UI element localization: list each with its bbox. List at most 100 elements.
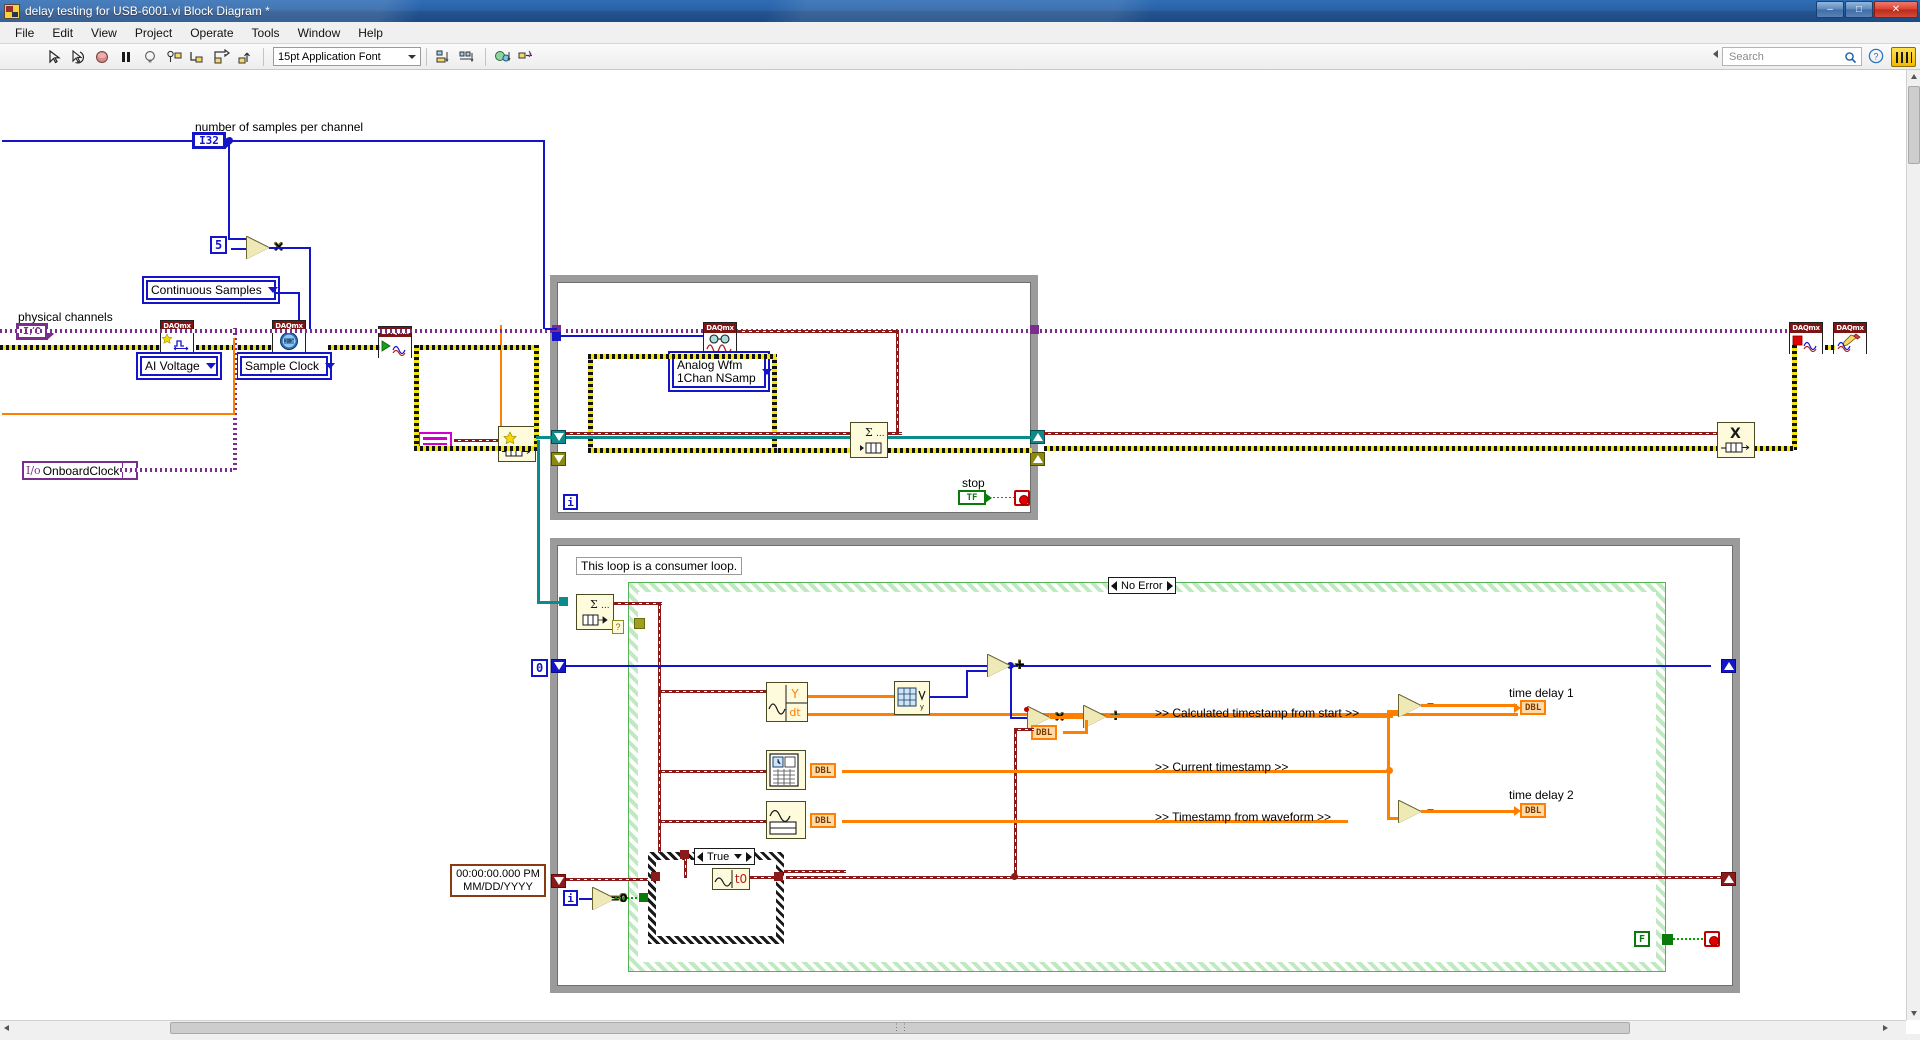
- search-previous-icon[interactable]: [1713, 50, 1718, 58]
- svg-text:Σ: Σ: [590, 598, 598, 611]
- tunnel-task-left[interactable]: [551, 452, 566, 466]
- block-diagram-canvas[interactable]: number of samples per channel I32 5 × Co…: [0, 70, 1906, 1020]
- menu-view[interactable]: View: [82, 24, 126, 42]
- step-over-icon[interactable]: [211, 47, 233, 67]
- vertical-scroll-thumb[interactable]: [1908, 86, 1920, 164]
- node-to-double-2[interactable]: DBL: [810, 763, 837, 778]
- scroll-right-arrow[interactable]: [1878, 1021, 1892, 1035]
- node-to-double-3[interactable]: DBL: [810, 813, 837, 828]
- tunnel-queue-right[interactable]: [1030, 430, 1045, 444]
- menu-file[interactable]: File: [6, 24, 43, 42]
- node-get-waveform-t0[interactable]: [766, 801, 806, 839]
- ring-timing-type[interactable]: Sample Clock: [240, 356, 336, 376]
- constant-false-boolean[interactable]: F: [1634, 931, 1650, 947]
- start-task-glyph: [381, 340, 406, 357]
- minimize-button[interactable]: –: [1816, 1, 1844, 18]
- search-input[interactable]: Search: [1722, 47, 1862, 66]
- node-enqueue-element[interactable]: Σ ...: [850, 422, 888, 458]
- scroll-down-arrow[interactable]: [1907, 1006, 1920, 1020]
- ring-ai-measurement-type[interactable]: AI Voltage: [140, 356, 218, 376]
- highlight-execution-lightbulb-icon[interactable]: [139, 47, 161, 67]
- menu-window[interactable]: Window: [289, 24, 350, 42]
- close-button[interactable]: ✕: [1874, 1, 1918, 18]
- terminal-number-of-samples[interactable]: I32: [192, 132, 232, 149]
- wire-t0-feed-h: [1014, 728, 1034, 731]
- font-selector-value: 15pt Application Font: [278, 50, 381, 63]
- align-objects-icon[interactable]: [433, 47, 455, 67]
- tunnel-queue-left[interactable]: [551, 430, 566, 444]
- tunnel-false-consumer: [1662, 934, 1673, 945]
- obtain-queue-glyph: [502, 431, 531, 457]
- node-daqmx-create-channel[interactable]: DAQmx: [160, 320, 194, 352]
- help-icon[interactable]: ?: [1868, 48, 1884, 64]
- node-dequeue-element[interactable]: Σ ...: [576, 594, 614, 630]
- chevron-down-icon: [325, 363, 336, 369]
- wire-task-down-left: [414, 345, 419, 450]
- horizontal-scrollbar[interactable]: ⋮⋮: [0, 1020, 1906, 1035]
- menu-edit[interactable]: Edit: [43, 24, 82, 42]
- node-get-date-time-in-seconds[interactable]: [766, 750, 806, 790]
- wire-task-up-right: [534, 345, 539, 450]
- control-stop-boolean[interactable]: TF: [958, 490, 992, 505]
- menu-project[interactable]: Project: [126, 24, 181, 42]
- distribute-objects-icon[interactable]: [457, 47, 479, 67]
- indicator-time-delay-2[interactable]: DBL: [1513, 803, 1547, 818]
- structure-case-true[interactable]: [648, 852, 784, 944]
- function-equal-zero[interactable]: =0: [593, 888, 627, 910]
- node-get-waveform-components-ydt[interactable]: Y dt: [766, 682, 808, 722]
- ring-sample-mode[interactable]: Continuous Samples: [146, 280, 278, 300]
- menu-help[interactable]: Help: [349, 24, 392, 42]
- constant-timestamp-default[interactable]: 00:00:00.000 PM MM/DD/YYYY: [450, 864, 546, 898]
- node-array-size[interactable]: y: [894, 681, 930, 715]
- font-selector[interactable]: 15pt Application Font: [273, 47, 421, 66]
- indicator-time-delay-1[interactable]: DBL: [1513, 700, 1547, 715]
- tunnel-task-right[interactable]: [1030, 452, 1045, 466]
- function-add-index[interactable]: +: [988, 655, 1025, 677]
- tunnel-index-consumer[interactable]: [551, 659, 566, 673]
- resize-objects-icon[interactable]: [492, 47, 514, 67]
- tunnel-timestamp-right[interactable]: [1721, 872, 1736, 886]
- wire-add-to-mult: [1010, 717, 1028, 719]
- pause-icon[interactable]: [115, 47, 137, 67]
- node-release-queue[interactable]: X: [1717, 422, 1755, 458]
- tunnel-index-right[interactable]: [1721, 659, 1736, 673]
- retain-wire-values-icon[interactable]: [163, 47, 185, 67]
- function-multiply[interactable]: ×: [247, 237, 284, 259]
- function-subtract-delay1[interactable]: –: [1399, 695, 1434, 717]
- node-get-waveform-t0-incase[interactable]: t0: [712, 868, 750, 890]
- maximize-button[interactable]: □: [1845, 1, 1873, 18]
- case-selector-no-error[interactable]: No Error: [1108, 577, 1176, 594]
- case-selector-true[interactable]: True: [694, 848, 756, 865]
- window-title-bar[interactable]: delay testing for USB-6001.vi Block Diag…: [0, 0, 1920, 22]
- wire-queue-down-to-consumer: [537, 440, 540, 604]
- node-obtain-queue[interactable]: [498, 426, 536, 462]
- ring-read-instance[interactable]: Analog Wfm 1Chan NSamp: [672, 355, 772, 389]
- function-subtract-delay2[interactable]: –: [1399, 801, 1434, 823]
- constant-array-index-zero[interactable]: 0: [531, 659, 549, 677]
- wire-5-to-multiply: [231, 248, 247, 250]
- terminal-loop-condition-producer[interactable]: [1014, 490, 1030, 506]
- wire-t0-feed-v: [1014, 730, 1017, 878]
- step-into-icon[interactable]: [187, 47, 209, 67]
- menu-tools[interactable]: Tools: [243, 24, 289, 42]
- node-daqmx-read[interactable]: DAQmx: [703, 322, 737, 354]
- constant-multiplier-5[interactable]: 5: [210, 236, 228, 254]
- ring-read-instance-line2: 1Chan NSamp: [677, 370, 756, 385]
- terminal-loop-condition-consumer[interactable]: [1704, 931, 1720, 947]
- clean-up-diagram-icon[interactable]: [516, 47, 538, 67]
- scroll-up-arrow[interactable]: [1907, 70, 1920, 84]
- vertical-scrollbar[interactable]: [1906, 70, 1920, 1020]
- wire-dbl1-up: [1085, 720, 1088, 734]
- step-out-icon[interactable]: [235, 47, 257, 67]
- horizontal-scroll-thumb[interactable]: ⋮⋮: [170, 1022, 1630, 1034]
- node-to-double-1[interactable]: DBL: [1031, 725, 1058, 740]
- scroll-left-arrow[interactable]: [0, 1021, 14, 1035]
- node-daqmx-clear-task[interactable]: DAQmx: [1833, 322, 1867, 354]
- menu-operate[interactable]: Operate: [181, 24, 242, 42]
- node-daqmx-timing[interactable]: DAQmx 12:30: [272, 320, 306, 352]
- tunnel-timestamp-left[interactable]: [551, 874, 566, 888]
- run-continuously-icon[interactable]: [67, 47, 89, 67]
- svg-text:12:30: 12:30: [282, 339, 296, 345]
- run-arrow-icon[interactable]: [43, 47, 65, 67]
- abort-execution-icon[interactable]: [91, 47, 113, 67]
